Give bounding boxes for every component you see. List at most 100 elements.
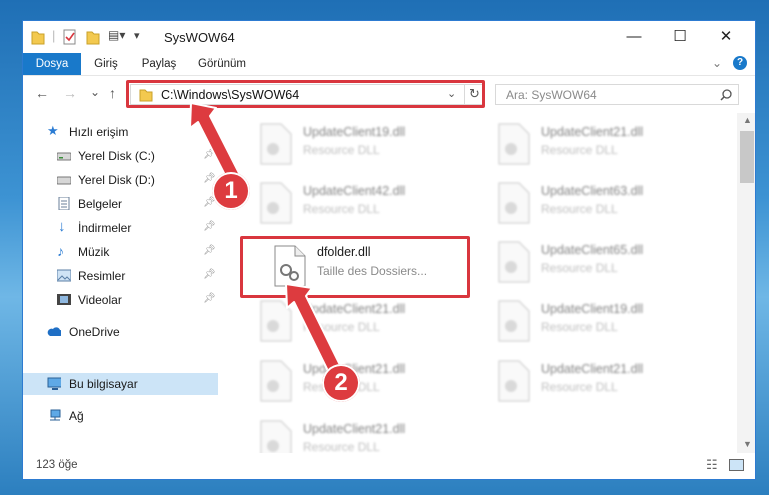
quick-access-dropdown-icon[interactable]: ▾ (134, 29, 140, 42)
list-item[interactable]: UpdateClient63.dll Resource DLL (489, 178, 719, 230)
large-icons-view-icon[interactable] (729, 459, 744, 471)
search-box[interactable]: Ara: SysWOW64 (495, 84, 739, 105)
sidebar-item-quick-access[interactable]: ★ Hızlı erişim (23, 121, 218, 143)
documents-icon (58, 197, 70, 210)
pin-icon: 📌︎ (203, 293, 216, 304)
up-button[interactable]: ↑ (109, 85, 116, 101)
file-highlight-box (240, 236, 470, 298)
tab-gorunum[interactable]: Görünüm (187, 53, 257, 75)
step-2-badge: 2 (322, 364, 360, 402)
item-count: 123 öğe (36, 459, 78, 471)
pictures-icon (57, 269, 71, 282)
tab-giris[interactable]: Giriş (81, 53, 131, 75)
pin-icon: 📌︎ (203, 149, 216, 160)
scroll-down-icon[interactable]: ▼ (743, 439, 752, 449)
sidebar-item-label: Yerel Disk (C:) (78, 149, 155, 163)
pin-icon: 📌︎ (203, 245, 216, 256)
folder-icon[interactable] (31, 29, 45, 45)
list-item[interactable]: UpdateClient21.dll Resource DLL (489, 119, 719, 171)
minimize-button[interactable]: — (611, 21, 657, 53)
scroll-up-icon[interactable]: ▲ (743, 115, 752, 125)
sidebar-item-local-disk-c[interactable]: Yerel Disk (C:) 📌︎ (23, 145, 218, 167)
cloud-icon (47, 327, 61, 336)
back-button[interactable]: ← (35, 85, 49, 101)
step-1-badge: 1 (212, 172, 250, 210)
sidebar-item-resimler[interactable]: Resimler 📌︎ (23, 265, 218, 287)
videos-icon (57, 294, 71, 305)
vertical-scrollbar[interactable]: ▲ ▼ (737, 113, 755, 453)
sidebar-item-label: Müzik (78, 245, 110, 259)
list-item[interactable]: UpdateClient65.dll Resource DLL (489, 237, 719, 289)
sidebar-item-label: Ağ (69, 409, 84, 423)
tab-dosya[interactable]: Dosya (23, 53, 81, 75)
forward-button[interactable]: → (63, 85, 77, 101)
properties-icon[interactable] (63, 29, 77, 45)
dll-file-icon (498, 123, 530, 165)
window-title: SysWOW64 (164, 30, 235, 45)
navigation-pane: ★ Hızlı erişim Yerel Disk (C:) 📌︎ Yerel … (23, 113, 218, 453)
search-input[interactable]: Ara: SysWOW64 (506, 88, 597, 102)
file-description: Resource DLL (303, 143, 380, 157)
network-icon (50, 409, 61, 421)
list-item[interactable]: UpdateClient21.dll Resource DLL (251, 416, 481, 453)
list-item[interactable]: UpdateClient42.dll Resource DLL (251, 178, 481, 230)
dll-file-icon (498, 182, 530, 224)
file-description: Resource DLL (541, 143, 618, 157)
list-item[interactable]: UpdateClient19.dll Resource DLL (489, 296, 719, 348)
file-description: Resource DLL (303, 440, 380, 453)
file-name: UpdateClient21.dll (541, 362, 644, 376)
help-icon[interactable]: ? (733, 56, 747, 70)
recent-locations-button[interactable]: ⌄ (90, 85, 100, 99)
file-description: Resource DLL (541, 320, 618, 334)
sidebar-item-muzik[interactable]: ♪ Müzik 📌︎ (23, 241, 218, 263)
dll-file-icon (260, 360, 292, 402)
list-item[interactable]: UpdateClient21.dll Resource DLL (251, 296, 481, 348)
file-description: Resource DLL (541, 202, 618, 216)
file-name: UpdateClient21.dll (303, 422, 406, 436)
sidebar-item-label: OneDrive (69, 325, 120, 339)
computer-icon (47, 377, 61, 390)
dll-file-icon (260, 123, 292, 165)
download-icon: ↓ (58, 218, 66, 235)
file-name: UpdateClient21.dll (303, 302, 406, 316)
sidebar-item-belgeler[interactable]: Belgeler 📌︎ (23, 193, 218, 215)
sidebar-item-videolar[interactable]: Videolar 📌︎ (23, 289, 218, 311)
list-item[interactable]: UpdateClient19.dll Resource DLL (251, 119, 481, 171)
file-name: UpdateClient19.dll (303, 125, 406, 139)
star-icon: ★ (47, 123, 59, 138)
dll-file-icon (260, 182, 292, 224)
file-name: UpdateClient42.dll (303, 184, 406, 198)
sidebar-item-indirmeler[interactable]: ↓ İndirmeler 📌︎ (23, 217, 218, 239)
chevron-down-icon[interactable]: ⌄ (712, 56, 722, 70)
list-item[interactable]: UpdateClient21.dll Resource DLL (251, 356, 481, 408)
file-name: UpdateClient63.dll (541, 184, 644, 198)
sidebar-item-local-disk-d[interactable]: Yerel Disk (D:) 📌︎ (23, 169, 218, 191)
sidebar-item-label: Belgeler (78, 197, 123, 211)
file-description: Resource DLL (541, 380, 618, 394)
list-item[interactable]: UpdateClient21.dll Resource DLL (489, 356, 719, 408)
file-name: UpdateClient19.dll (541, 302, 644, 316)
ribbon-tabs: Dosya Giriş Paylaş Görünüm ⌄ ? (23, 53, 755, 76)
tab-paylas[interactable]: Paylaş (131, 53, 187, 75)
search-icon[interactable] (720, 89, 732, 101)
file-name: UpdateClient21.dll (541, 125, 644, 139)
drive-icon (57, 152, 71, 161)
dll-file-icon (498, 360, 530, 402)
dll-file-icon (260, 300, 292, 342)
music-icon: ♪ (57, 243, 64, 259)
file-description: Resource DLL (303, 320, 380, 334)
scroll-thumb[interactable] (740, 131, 754, 183)
sidebar-item-label: Hızlı erişim (69, 125, 129, 139)
dll-file-icon (260, 420, 292, 453)
sidebar-item-this-pc[interactable]: Bu bilgisayar (23, 373, 218, 395)
sidebar-item-onedrive[interactable]: OneDrive (23, 321, 218, 343)
file-description: Resource DLL (541, 261, 618, 275)
close-button[interactable]: ✕ (703, 21, 749, 53)
maximize-button[interactable]: ☐ (657, 21, 703, 53)
drive-icon (57, 176, 71, 185)
new-folder-icon[interactable] (86, 29, 100, 45)
sidebar-item-network[interactable]: Ağ (23, 405, 218, 427)
customize-toolbar-icon[interactable]: ▤▾ (108, 28, 125, 42)
pin-icon: 📌︎ (203, 221, 216, 232)
details-view-icon[interactable]: ☷ (706, 457, 718, 473)
